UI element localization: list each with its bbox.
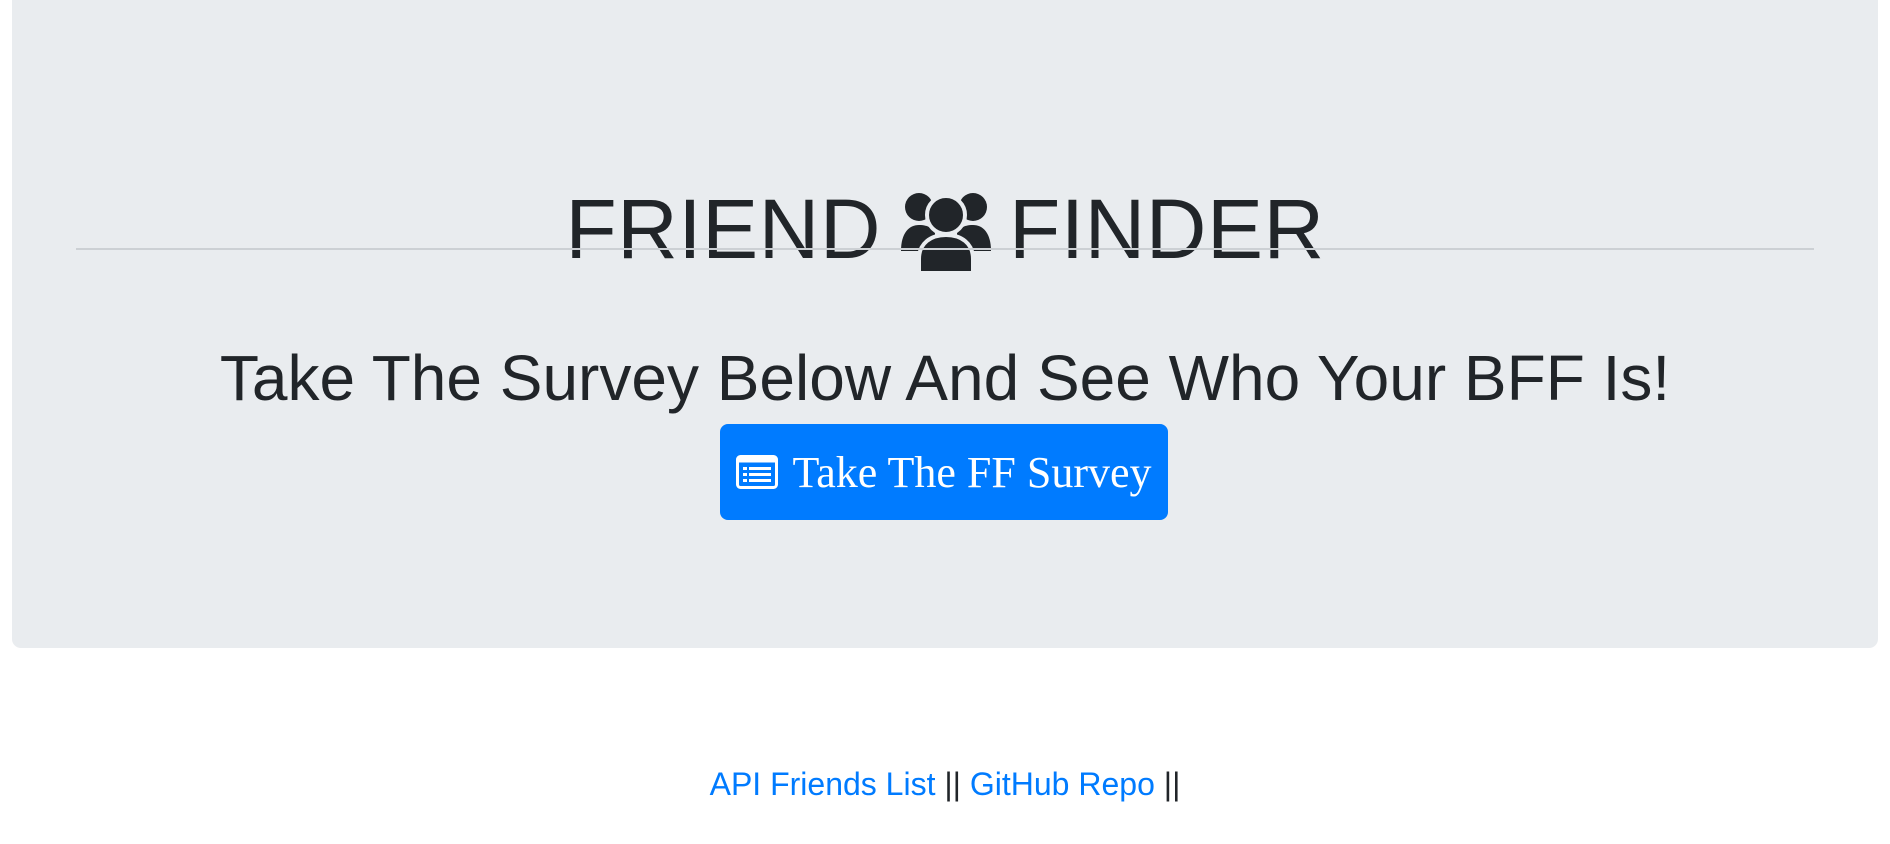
github-repo-link[interactable]: GitHub Repo bbox=[970, 766, 1155, 802]
page-title: FRIEND FINDER bbox=[12, 174, 1878, 284]
take-survey-button[interactable]: Take The FF Survey bbox=[720, 424, 1168, 520]
jumbotron: FRIEND FINDER Take The Survey Below And … bbox=[12, 0, 1878, 648]
api-friends-list-link[interactable]: API Friends List bbox=[710, 766, 936, 802]
footer-separator: || bbox=[1163, 766, 1181, 802]
take-survey-label: Take The FF Survey bbox=[792, 447, 1152, 497]
title-friend: FRIEND bbox=[565, 181, 881, 276]
title-finder: FINDER bbox=[1009, 181, 1325, 276]
users-icon bbox=[899, 185, 993, 274]
divider bbox=[76, 248, 1814, 250]
subtitle: Take The Survey Below And See Who Your B… bbox=[219, 342, 1671, 415]
footer: API Friends List || GitHub Repo || bbox=[0, 760, 1890, 808]
footer-separator: || bbox=[944, 766, 961, 802]
list-alt-icon bbox=[736, 455, 779, 489]
